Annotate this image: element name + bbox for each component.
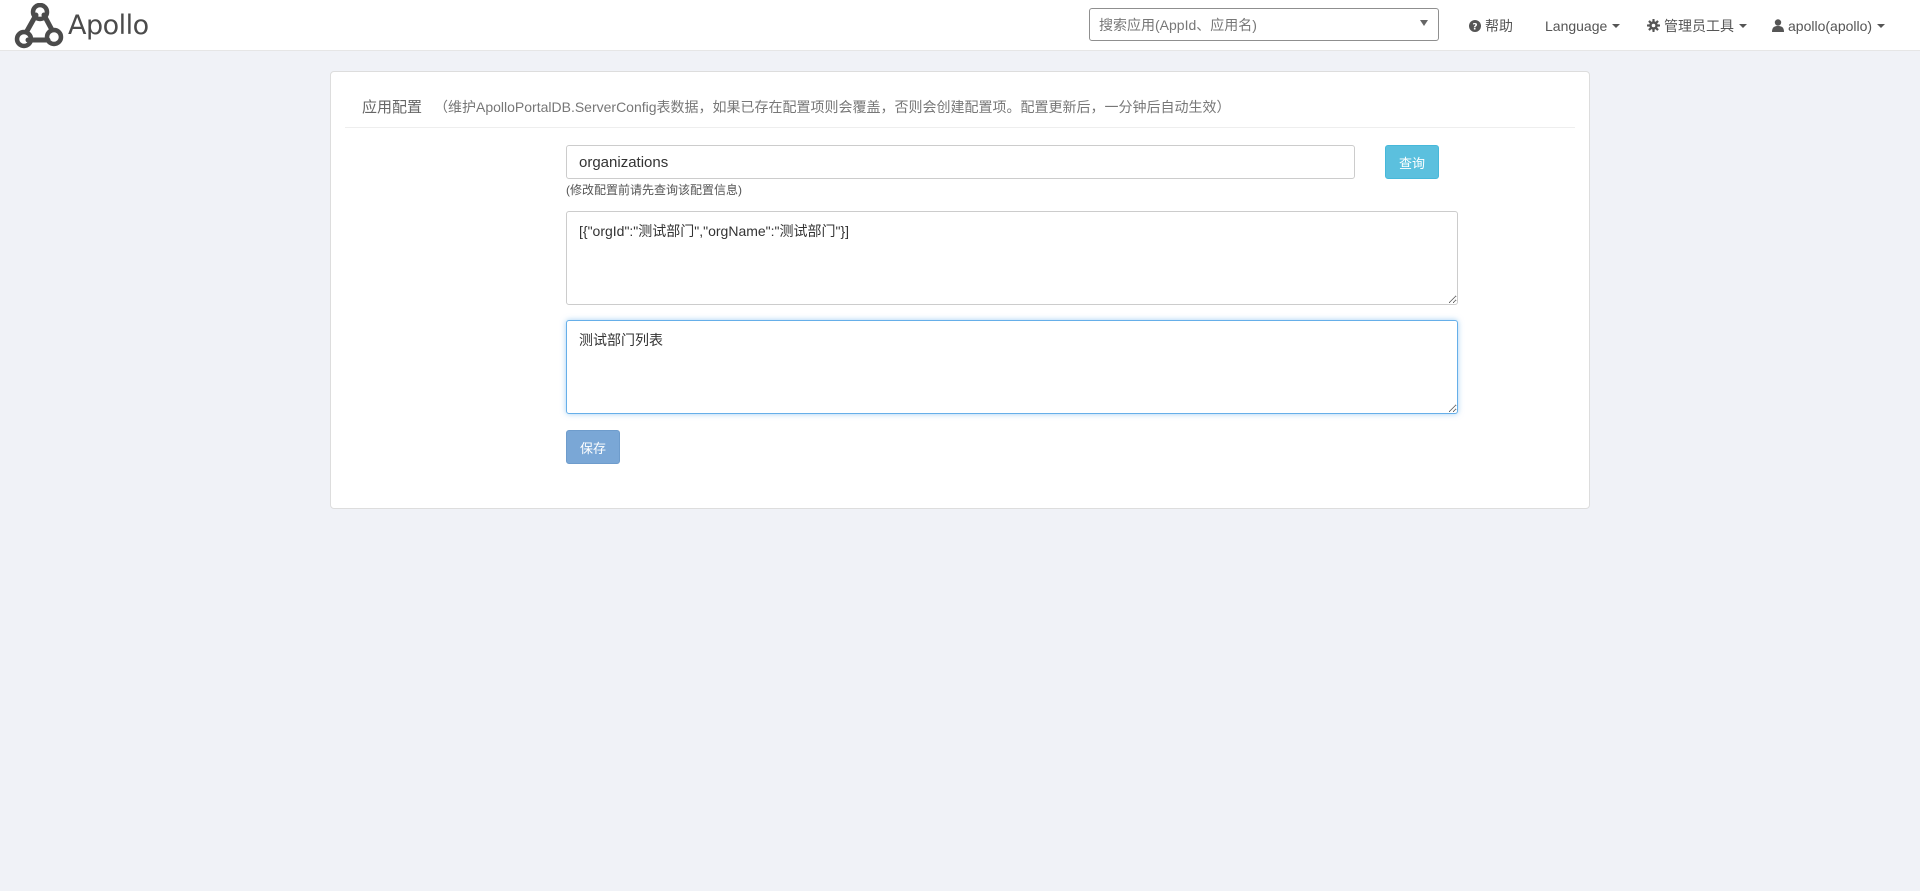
language-label: Language: [1545, 17, 1608, 34]
app-search-input[interactable]: [1090, 9, 1438, 40]
key-help-text: (修改配置前请先查询该配置信息): [566, 183, 742, 197]
query-button[interactable]: 查询: [1385, 145, 1439, 179]
panel-subtitle: （维护ApolloPortalDB.ServerConfig表数据，如果已存在配…: [434, 98, 1231, 115]
user-label: apollo(apollo): [1788, 17, 1873, 34]
question-circle-icon: ?: [1469, 19, 1481, 32]
apollo-logo-icon: [14, 2, 64, 48]
panel-heading: 应用配置 （维护ApolloPortalDB.ServerConfig表数据，如…: [345, 86, 1575, 128]
app-search-select[interactable]: [1089, 8, 1439, 41]
key-input[interactable]: [566, 145, 1355, 179]
admin-tools-dropdown[interactable]: 管理员工具: [1647, 0, 1747, 51]
comment-textarea[interactable]: 测试部门列表: [566, 320, 1458, 414]
server-config-panel: 应用配置 （维护ApolloPortalDB.ServerConfig表数据，如…: [330, 71, 1590, 509]
help-link[interactable]: ? 帮助: [1469, 0, 1513, 51]
save-button[interactable]: 保存: [566, 430, 620, 464]
user-dropdown[interactable]: apollo(apollo): [1772, 0, 1886, 51]
value-textarea[interactable]: [{"orgId":"测试部门","orgName":"测试部门"}]: [566, 211, 1458, 305]
chevron-down-icon[interactable]: [1420, 20, 1428, 26]
gear-icon: [1647, 19, 1660, 32]
svg-text:?: ?: [1472, 22, 1477, 32]
brand-name: Apollo: [68, 10, 149, 41]
help-label: 帮助: [1485, 17, 1513, 34]
user-icon: [1772, 19, 1784, 32]
language-dropdown[interactable]: Language: [1545, 0, 1621, 51]
top-navbar: Apollo ? 帮助 Language: [0, 0, 1920, 51]
caret-down-icon: [1612, 23, 1621, 28]
caret-down-icon: [1877, 23, 1886, 28]
brand-logo[interactable]: Apollo: [14, 2, 149, 49]
panel-title: 应用配置: [362, 99, 423, 116]
admin-tools-label: 管理员工具: [1664, 17, 1734, 34]
caret-down-icon: [1739, 23, 1747, 28]
